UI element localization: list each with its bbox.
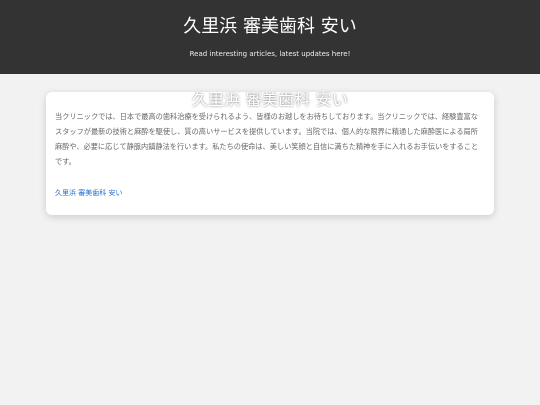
article-link[interactable]: 久里浜 審美歯科 安い [55,188,122,198]
article-card: 久里浜 審美歯科 安い 当クリニックでは、日本で最高の歯科治療を受けられるよう、… [46,92,494,215]
article-body: 当クリニックでは、日本で最高の歯科治療を受けられるよう、皆様のお越しをお待ちして… [55,112,479,166]
site-header: 久里浜 審美歯科 安い Read interesting articles, l… [0,0,540,74]
site-title[interactable]: 久里浜 審美歯科 安い [0,16,540,38]
article-heading: 久里浜 審美歯科 安い [191,92,349,109]
site-tagline: Read interesting articles, latest update… [189,50,351,58]
